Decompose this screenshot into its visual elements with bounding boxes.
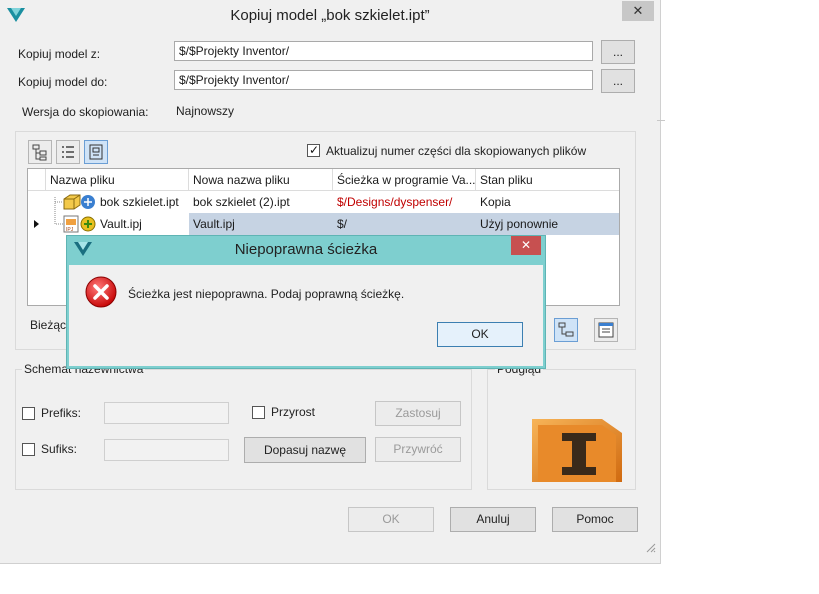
suffix-checkbox[interactable]	[22, 443, 35, 456]
fit-name-button[interactable]: Dopasuj nazwę	[244, 437, 366, 463]
ok-button[interactable]: OK	[348, 507, 434, 532]
cancel-button[interactable]: Anuluj	[450, 507, 536, 532]
help-button[interactable]: Pomoc	[552, 507, 638, 532]
file-state-cell[interactable]: Użyj ponownie	[476, 213, 619, 235]
version-value: Najnowszy	[176, 104, 235, 118]
increment-label: Przyrost	[271, 405, 316, 419]
window-title: Kopiuj model „bok szkielet.ipt”	[230, 7, 430, 24]
detail-view-button[interactable]	[84, 140, 108, 164]
properties-icon	[598, 322, 614, 338]
list-view-icon	[62, 146, 74, 158]
prefix-label: Prefiks:	[41, 406, 82, 420]
version-label: Wersja do skopiowania:	[22, 105, 149, 119]
new-name-cell[interactable]: bok szkielet (2).ipt	[189, 191, 333, 213]
part-file-icon	[63, 194, 95, 210]
copy-to-field[interactable]: $/$Projekty Inventor/	[174, 70, 593, 90]
hierarchy-icon	[558, 322, 574, 337]
copy-to-label: Kopiuj model do:	[18, 75, 108, 89]
hierarchy-view-button[interactable]	[554, 318, 578, 342]
column-header-vault-path[interactable]: Ścieżka w programie Va...	[333, 169, 476, 191]
grid-corner	[28, 169, 46, 191]
list-view-button[interactable]	[56, 140, 80, 164]
prefix-field[interactable]	[104, 402, 229, 424]
properties-view-button[interactable]	[594, 318, 618, 342]
tree-view-button[interactable]	[28, 140, 52, 164]
error-dialog-body	[69, 265, 543, 366]
copy-from-field[interactable]: $/$Projekty Inventor/	[174, 41, 593, 61]
vault-path-cell[interactable]: $/	[333, 213, 476, 235]
file-name-cell: Vault.ipj	[100, 217, 142, 231]
column-header-file-state[interactable]: Stan pliku	[476, 169, 619, 191]
error-close-icon[interactable]: ✕	[511, 236, 541, 255]
naming-scheme-group	[15, 369, 472, 490]
update-part-number-checkbox[interactable]	[307, 144, 320, 157]
column-header-name[interactable]: Nazwa pliku	[46, 169, 189, 191]
restore-button[interactable]: Przywróć	[375, 437, 461, 462]
current-row-arrow-icon	[34, 220, 39, 228]
table-row[interactable]: IPJ Vault.ipj Vault.ipj $/ Użyj ponownie	[28, 213, 619, 235]
error-ok-button[interactable]: OK	[437, 322, 523, 347]
increment-checkbox[interactable]	[252, 406, 265, 419]
error-icon	[85, 276, 117, 308]
table-row[interactable]: bok szkielet.ipt bok szkielet (2).ipt $/…	[28, 191, 619, 213]
detail-view-icon	[89, 144, 103, 160]
inventor-preview-image	[532, 419, 622, 482]
background-window-edge	[657, 120, 665, 139]
vault-path-cell[interactable]: $/Designs/dyspenser/	[333, 191, 476, 213]
error-dialog-title: Niepoprawna ścieżka	[234, 241, 378, 258]
suffix-field[interactable]	[104, 439, 229, 461]
copy-from-label: Kopiuj model z:	[18, 47, 101, 61]
prefix-checkbox[interactable]	[22, 407, 35, 420]
column-header-new-name[interactable]: Nowa nazwa pliku	[189, 169, 333, 191]
suffix-label: Sufiks:	[41, 442, 78, 456]
file-state-cell[interactable]: Kopia	[476, 191, 619, 213]
tree-view-icon	[32, 144, 47, 161]
close-icon[interactable]: ✕	[622, 1, 654, 21]
browse-to-button[interactable]: ...	[601, 69, 635, 93]
update-part-number-label: Aktualizuj numer części dla skopiowanych…	[326, 144, 587, 158]
browse-from-button[interactable]: ...	[601, 40, 635, 64]
new-name-cell[interactable]: Vault.ipj	[189, 213, 333, 235]
svg-text:IPJ: IPJ	[66, 227, 74, 233]
apply-button[interactable]: Zastosuj	[375, 401, 461, 426]
error-message: Ścieżka jest niepoprawna. Podaj poprawną…	[128, 287, 405, 301]
project-file-icon: IPJ	[63, 215, 96, 233]
resize-grip-icon[interactable]	[646, 543, 656, 553]
file-name-cell: bok szkielet.ipt	[100, 195, 179, 209]
